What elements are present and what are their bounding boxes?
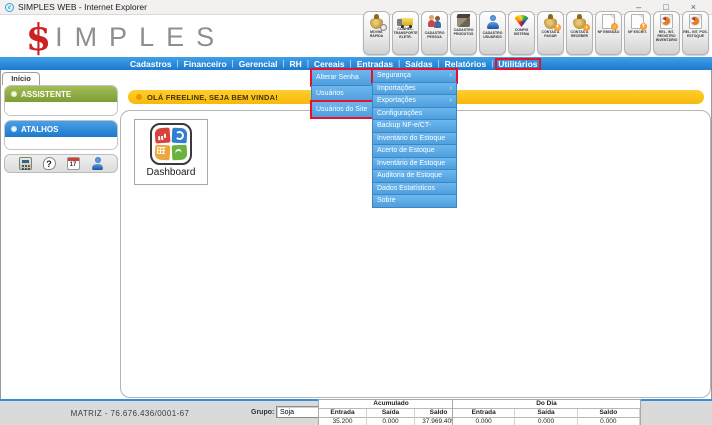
- do-dia-table: Do Dia Entrada Saída Saldo 0.000 0.000 0…: [452, 399, 641, 425]
- submenu-item-backup-nfe[interactable]: Backup NF-e/CT-e/MDF-e: [372, 119, 457, 133]
- table-title: Do Dia: [453, 400, 640, 409]
- truck-icon: [399, 18, 413, 26]
- table-title: Acumulado: [319, 400, 463, 409]
- dashboard-shortcut[interactable]: Dashboard: [134, 119, 208, 185]
- dropdown-item-alterar-senha[interactable]: Alterar Senha: [311, 69, 373, 86]
- column-header: Entrada: [453, 409, 515, 418]
- dashboard-icon: [150, 123, 192, 165]
- column-header: Saída: [367, 409, 415, 418]
- menu-utilitarios[interactable]: Utilitários: [496, 59, 539, 69]
- toolbar-button-rel-registro-inventario[interactable]: REL. INT. REGISTRO INVENTÁRIO: [653, 11, 680, 55]
- table-cell: 0.000: [578, 418, 640, 425]
- calendar-icon[interactable]: 17: [67, 157, 80, 170]
- sidebar-icon-bar: 17: [4, 154, 118, 173]
- dashboard-label: Dashboard: [135, 167, 207, 178]
- simples-logo: $IMPLES: [26, 17, 226, 59]
- submenu-item-inventario-de-estoque[interactable]: Inventário de Estoque: [372, 157, 457, 171]
- menu-gerencial[interactable]: Gerencial: [237, 59, 280, 69]
- group-label: Grupo:: [251, 409, 274, 416]
- calculator-icon[interactable]: [19, 157, 32, 170]
- menu-saidas[interactable]: Saídas: [403, 59, 434, 69]
- submenu-arrow-icon: ›: [450, 83, 452, 95]
- utilitarios-submenu: Segurança › Importações › Exportações › …: [372, 70, 457, 208]
- menu-entradas[interactable]: Entradas: [355, 59, 395, 69]
- quick-access-toolbar: MOVIM. RÁPIDA CONHEC. TRANSPORTE ELETR. …: [363, 11, 709, 55]
- money-bag-clock-icon: [370, 18, 383, 29]
- package-icon: [457, 17, 470, 27]
- atalhos-panel: ATALHOS: [4, 120, 118, 150]
- submenu-arrow-icon: ›: [450, 70, 452, 82]
- submenu-item-exportacoes[interactable]: Exportações ›: [372, 94, 457, 108]
- column-header: Entrada: [319, 409, 367, 418]
- toolbar-button-rel-pos-estoque[interactable]: REL. INT. POS. ESTOQUE: [682, 11, 709, 55]
- submenu-item-acerto-de-estoque[interactable]: Acerto de Estoque: [372, 144, 457, 158]
- assistente-panel-body: [5, 102, 117, 115]
- toolbar-button-nf-emissao[interactable]: NF EMISSÃO: [595, 11, 622, 55]
- palette-icon: [515, 15, 529, 27]
- sidebar: ASSISTENTE ATALHOS 17: [4, 85, 118, 173]
- document-icon: [602, 14, 615, 29]
- pie-report-icon: [660, 14, 673, 29]
- submenu-item-seguranca[interactable]: Segurança ›: [372, 69, 457, 83]
- app-window: e SIMPLES WEB - Internet Explorer – □ × …: [0, 0, 712, 425]
- utilitarios-dropdown: Alterar Senha Usuários Usuários do Site: [311, 70, 373, 118]
- window-title: SIMPLES WEB - Internet Explorer: [18, 2, 147, 12]
- assistente-panel: ASSISTENTE: [4, 85, 118, 116]
- toolbar-button-nf-escrit[interactable]: NF ESCRIT.: [624, 11, 651, 55]
- submenu-arrow-icon: ›: [450, 95, 452, 107]
- toolbar-button-movim-rapida[interactable]: MOVIM. RÁPIDA: [363, 11, 390, 55]
- status-bar: MATRIZ - 76.676.436/0001-67 Grupo: Soja …: [0, 401, 712, 425]
- internet-explorer-icon: e: [5, 3, 14, 12]
- company-info: MATRIZ - 76.676.436/0001-67: [40, 409, 220, 418]
- toolbar-button-cadastro-produtos[interactable]: CADASTRO PRODUTOS: [450, 11, 477, 55]
- table-cell: 0.000: [515, 418, 577, 425]
- submenu-item-sobre[interactable]: Sobre: [372, 194, 457, 208]
- money-bag-down-icon: [573, 18, 586, 29]
- table-cell: 0.000: [453, 418, 515, 425]
- toolbar-button-contas-a-receber[interactable]: CONTAS A RECEBER: [566, 11, 593, 55]
- toolbar-button-config-sistema[interactable]: CONFIG SISTEMA: [508, 11, 535, 55]
- people-icon: [427, 14, 443, 30]
- group-select-value: Soja: [280, 409, 294, 416]
- submenu-item-auditoria-de-estoque[interactable]: Auditoria de Estoque: [372, 169, 457, 183]
- menu-cadastros[interactable]: Cadastros: [128, 59, 174, 69]
- toolbar-button-cadastro-pessoa[interactable]: CADASTRO PESSOA: [421, 11, 448, 55]
- help-icon[interactable]: [43, 157, 56, 170]
- submenu-item-inventario-do-estoque[interactable]: Inventário do Estoque: [372, 132, 457, 146]
- document-plus-icon: [631, 14, 644, 29]
- dropdown-item-usuarios-do-site[interactable]: Usuários do Site: [311, 101, 373, 118]
- toolbar-button-conhec-transporte[interactable]: CONHEC. TRANSPORTE ELETR.: [392, 11, 419, 55]
- money-bag-plus-icon: [544, 18, 557, 29]
- welcome-text: OLÁ FREELINE, SEJA BEM VINDA!: [147, 93, 278, 102]
- assistente-panel-header[interactable]: ASSISTENTE: [5, 86, 117, 102]
- header: $IMPLES MOVIM. RÁPIDA CONHEC. TRANSPORTE…: [0, 15, 712, 57]
- bullet-icon: [11, 126, 17, 132]
- acumulado-table: Acumulado Entrada Saída Saldo 35.200 0.0…: [318, 399, 464, 425]
- menu-relatorios[interactable]: Relatórios: [443, 59, 489, 69]
- dropdown-item-usuarios[interactable]: Usuários: [311, 85, 373, 102]
- pie-report-icon: [689, 14, 702, 29]
- column-header: Saldo: [578, 409, 640, 418]
- menu-rh[interactable]: RH: [288, 59, 304, 69]
- user-icon: [485, 14, 501, 30]
- bullet-icon: [11, 91, 17, 97]
- menu-cereais[interactable]: Cereais: [312, 59, 347, 69]
- column-header: Saída: [515, 409, 577, 418]
- logo-text: IMPLES: [55, 22, 226, 52]
- submenu-item-configuracoes[interactable]: Configurações: [372, 107, 457, 121]
- atalhos-panel-header[interactable]: ATALHOS: [5, 121, 117, 137]
- submenu-item-importacoes[interactable]: Importações ›: [372, 82, 457, 96]
- atalhos-panel-body: [5, 137, 117, 149]
- table-cell: 0.000: [367, 418, 415, 425]
- table-cell: 35.200: [319, 418, 367, 425]
- submenu-item-dados-estatisticos[interactable]: Dados Estatísticos: [372, 182, 457, 196]
- toolbar-button-cadastro-usuarios[interactable]: CADASTRO USUÁRIOS: [479, 11, 506, 55]
- profile-icon[interactable]: [91, 157, 104, 170]
- menu-financeiro[interactable]: Financeiro: [182, 59, 229, 69]
- dollar-logo-glyph: $: [26, 17, 51, 59]
- toolbar-button-contas-a-pagar[interactable]: CONTAS A PAGAR: [537, 11, 564, 55]
- tab-inicio[interactable]: Início: [2, 72, 40, 85]
